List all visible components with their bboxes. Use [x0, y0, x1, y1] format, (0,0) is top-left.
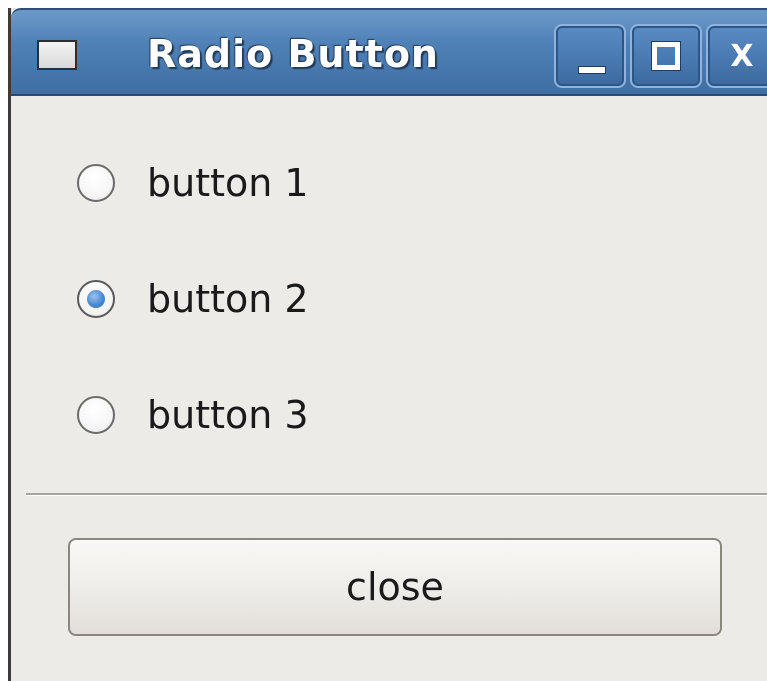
radio-option-3[interactable]: button 3: [77, 390, 309, 440]
maximize-button[interactable]: [630, 24, 702, 88]
window-menu-icon[interactable]: [37, 40, 77, 70]
title-bar[interactable]: Radio Button X: [11, 8, 767, 96]
minimize-button[interactable]: [554, 24, 626, 88]
radio-checked-icon[interactable]: [77, 280, 115, 318]
radio-option-2[interactable]: button 2: [77, 274, 309, 324]
radio-option-1[interactable]: button 1: [77, 158, 309, 208]
maximize-icon: [651, 41, 681, 71]
minimize-icon: [578, 66, 606, 74]
close-window-button[interactable]: X: [706, 24, 767, 88]
close-button[interactable]: close: [68, 538, 722, 636]
radio-button-window: Radio Button X button 1 button 2 button …: [8, 8, 767, 681]
radio-unchecked-icon[interactable]: [77, 396, 115, 434]
radio-label: button 1: [147, 161, 309, 205]
dialog-content: button 1 button 2 button 3 close: [11, 96, 767, 681]
window-title: Radio Button: [147, 32, 439, 76]
radio-label: button 2: [147, 277, 309, 321]
radio-label: button 3: [147, 393, 309, 437]
radio-unchecked-icon[interactable]: [77, 164, 115, 202]
radio-selected-dot: [87, 290, 105, 308]
close-icon: X: [730, 38, 754, 74]
separator: [26, 493, 767, 496]
